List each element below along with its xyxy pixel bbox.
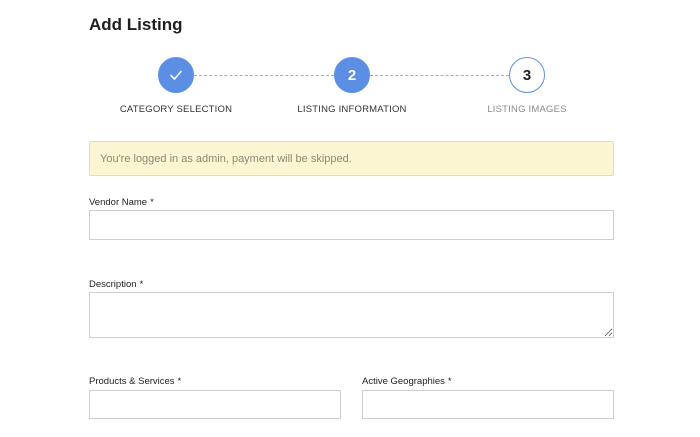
active-geographies-input[interactable] — [362, 390, 614, 419]
vendor-name-input[interactable] — [89, 210, 614, 240]
admin-notice-text: You're logged in as admin, payment will … — [100, 152, 352, 165]
description-textarea[interactable] — [89, 292, 614, 338]
products-services-input[interactable] — [89, 390, 341, 419]
step-2-circle[interactable]: 2 — [334, 57, 370, 93]
step-3-label: LISTING IMAGES — [487, 104, 567, 115]
required-mark: * — [447, 376, 452, 387]
step-2-label: LISTING INFORMATION — [297, 104, 407, 115]
check-icon — [170, 70, 182, 80]
required-mark: * — [177, 376, 182, 387]
required-mark: * — [150, 197, 154, 208]
vendor-name-label: Vendor Name * — [89, 197, 154, 208]
description-label: Description * — [89, 279, 144, 290]
active-geographies-label: Active Geographies * — [362, 376, 452, 387]
step-connector-1 — [194, 75, 334, 76]
admin-notice: You're logged in as admin, payment will … — [89, 141, 614, 176]
step-3-circle[interactable]: 3 — [509, 57, 545, 93]
step-connector-2 — [370, 75, 509, 76]
required-mark: * — [139, 279, 144, 290]
products-services-label: Products & Services * — [89, 376, 182, 387]
step-1-label: CATEGORY SELECTION — [119, 104, 233, 115]
step-1-circle[interactable] — [158, 57, 194, 93]
progress-stepper: 2 3 CATEGORY SELECTION LISTING INFORMATI… — [0, 0, 700, 130]
